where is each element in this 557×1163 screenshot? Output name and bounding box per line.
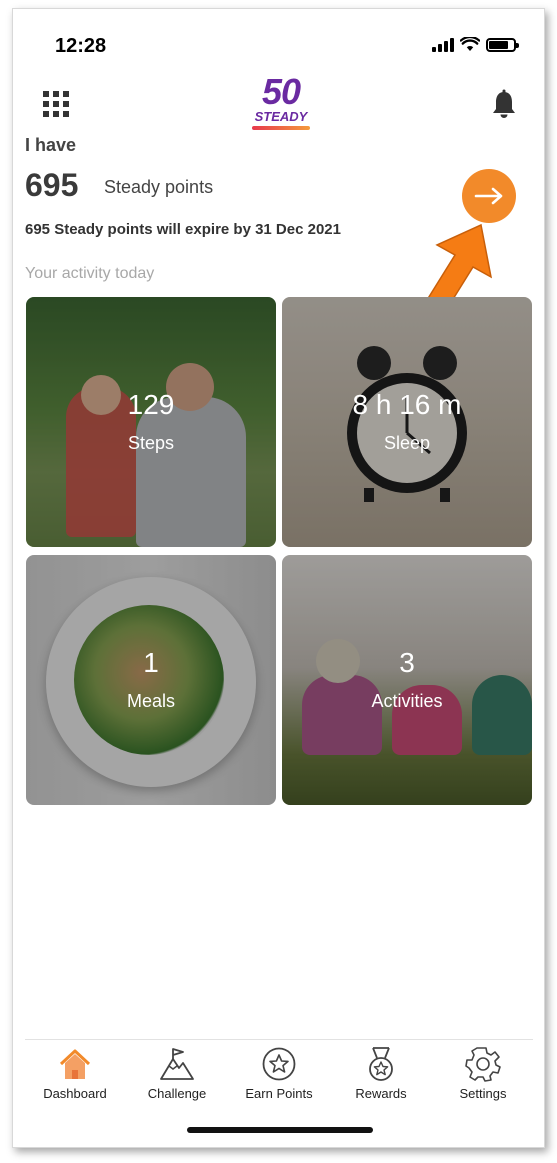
signal-icon: [432, 37, 454, 52]
home-icon: [59, 1049, 91, 1079]
points-intro: I have: [25, 135, 77, 155]
steps-value: 129: [127, 389, 175, 420]
app-logo: 50 STEADY: [249, 73, 313, 133]
arrow-right-icon: [474, 187, 503, 205]
nav-label: Rewards: [355, 1086, 407, 1101]
battery-icon: [486, 37, 519, 52]
wifi-icon: [460, 37, 480, 51]
nav-earn-points[interactable]: Earn Points: [229, 1040, 329, 1105]
bell-icon[interactable]: [491, 89, 517, 119]
gear-icon: [465, 1047, 501, 1082]
meals-label: Meals: [126, 691, 175, 711]
nav-rewards[interactable]: Rewards: [331, 1040, 431, 1105]
nav-label: Settings: [459, 1086, 507, 1101]
status-icons: [432, 37, 519, 52]
meals-tile[interactable]: 1 Meals: [26, 555, 276, 805]
activities-label: Activities: [371, 691, 443, 711]
points-details-button[interactable]: [462, 169, 516, 223]
nav-label: Earn Points: [245, 1086, 313, 1101]
status-time: 12:28: [55, 35, 107, 57]
nav-dashboard[interactable]: Dashboard: [25, 1040, 125, 1105]
sleep-value: 8 h 16 m: [352, 389, 462, 420]
steps-label: Steps: [127, 433, 175, 453]
nav-label: Challenge: [147, 1086, 207, 1101]
activities-value: 3: [399, 647, 415, 678]
nav-challenge[interactable]: Challenge: [127, 1040, 227, 1105]
nav-label: Dashboard: [43, 1086, 107, 1101]
mountain-flag-icon: [160, 1048, 194, 1080]
activity-heading: Your activity today: [25, 265, 155, 282]
bottom-nav: Dashboard Challenge Earn Points Rewards …: [25, 1039, 533, 1105]
points-expiry-text: 695 Steady points will expire by 31 Dec …: [25, 221, 341, 238]
steps-tile[interactable]: 129 Steps: [26, 297, 276, 547]
home-indicator[interactable]: [187, 1127, 373, 1133]
sleep-label: Sleep: [383, 433, 431, 453]
phone-frame: 12:28 50 STEADY I have 695 Steady points: [12, 8, 545, 1148]
points-label: Steady points: [104, 177, 214, 197]
medal-icon: [369, 1047, 393, 1081]
star-circle-icon: [262, 1047, 296, 1081]
meals-value: 1: [143, 647, 159, 678]
apps-grid-icon[interactable]: [43, 91, 69, 117]
status-bar: 12:28: [13, 9, 544, 79]
nav-settings[interactable]: Settings: [433, 1040, 533, 1105]
sleep-tile[interactable]: 8 h 16 m Sleep: [282, 297, 532, 547]
points-value: 695: [25, 167, 79, 203]
activities-tile[interactable]: 3 Activities: [282, 555, 532, 805]
